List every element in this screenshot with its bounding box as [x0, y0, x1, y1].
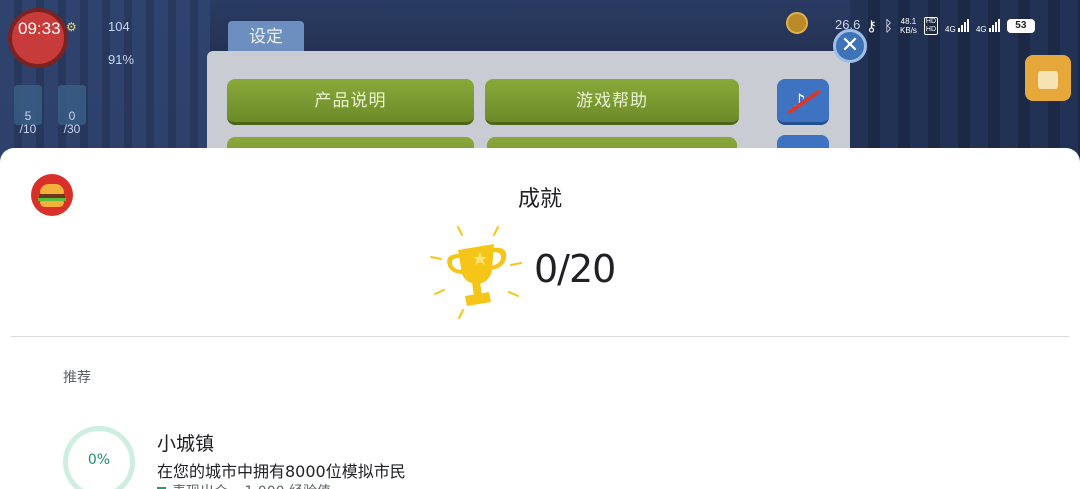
network-speed-unit: KB/s [900, 26, 917, 35]
hud-happiness: 91% [108, 52, 135, 67]
game-help-button[interactable]: 游戏帮助 [485, 79, 739, 125]
signal-2: 4G [976, 18, 1000, 34]
achievement-description: 在您的城市中拥有8000位模拟市民 [157, 462, 406, 481]
mute-music-button[interactable]: ♪ [777, 79, 829, 125]
key-icon: ⚷ [866, 18, 877, 35]
battery-icon: 53 [1006, 19, 1035, 33]
settings-tab[interactable]: 设定 [228, 21, 304, 53]
trophy-icon [430, 226, 522, 319]
achievement-title[interactable]: 小城镇 [157, 429, 214, 456]
hd-label-1: HD [925, 18, 937, 25]
bluetooth-icon: ᛒ [884, 17, 894, 35]
divider [11, 336, 1069, 337]
signal-1-type: 4G [945, 25, 956, 34]
achievement-progress-text: 0% [87, 452, 111, 468]
achievement-meta: 表现出众 · 1,000 经验值 [157, 481, 331, 489]
sheet-title: 成就 [517, 187, 562, 212]
meta-separator: · [234, 483, 238, 489]
product-info-button[interactable]: 产品说明 [227, 79, 474, 125]
signal-bars-2-icon [988, 18, 1000, 32]
signal-2-type: 4G [975, 25, 987, 34]
hd-label-2: HD [925, 26, 937, 33]
hud-count-b-max: /30 [63, 122, 81, 136]
signal-bars-1-icon [957, 18, 969, 32]
hd-voice-icon: HD HD [923, 17, 939, 35]
section-label-recommended: 推荐 [63, 370, 91, 386]
hud-count-b: 0 /30 [55, 110, 89, 136]
achievements-sheet: 成就 0/20 推荐 0% 小城镇 在您的城市中拥有8000位模拟市民 表现出众… [0, 148, 1080, 489]
network-speed: 48.1 KB/s [900, 17, 917, 35]
hud-population: 104 [108, 19, 130, 34]
status-icons: ⚷ ᛒ 48.1 KB/s HD HD 4G 4G 53 [866, 17, 1035, 35]
shop-bag-icon[interactable] [1025, 55, 1071, 101]
close-settings-button[interactable]: ✕ [833, 29, 867, 63]
signal-1: 4G [945, 18, 969, 34]
achievement-score: 0/20 [534, 247, 616, 291]
hud-count-a: 5 /10 [11, 110, 45, 136]
notification-gear-icon: ⚙ [66, 20, 77, 34]
achievement-xp: 1,000 经验值 [244, 481, 331, 489]
status-time: 09:33 [18, 19, 61, 38]
settings-panel: 产品说明 游戏帮助 ♪ [207, 51, 850, 160]
achievement-rarity: 表现出众 [172, 481, 228, 489]
network-speed-value: 48.1 [900, 17, 917, 26]
coin-icon [786, 12, 808, 34]
hud-count-a-max: /10 [19, 122, 37, 136]
